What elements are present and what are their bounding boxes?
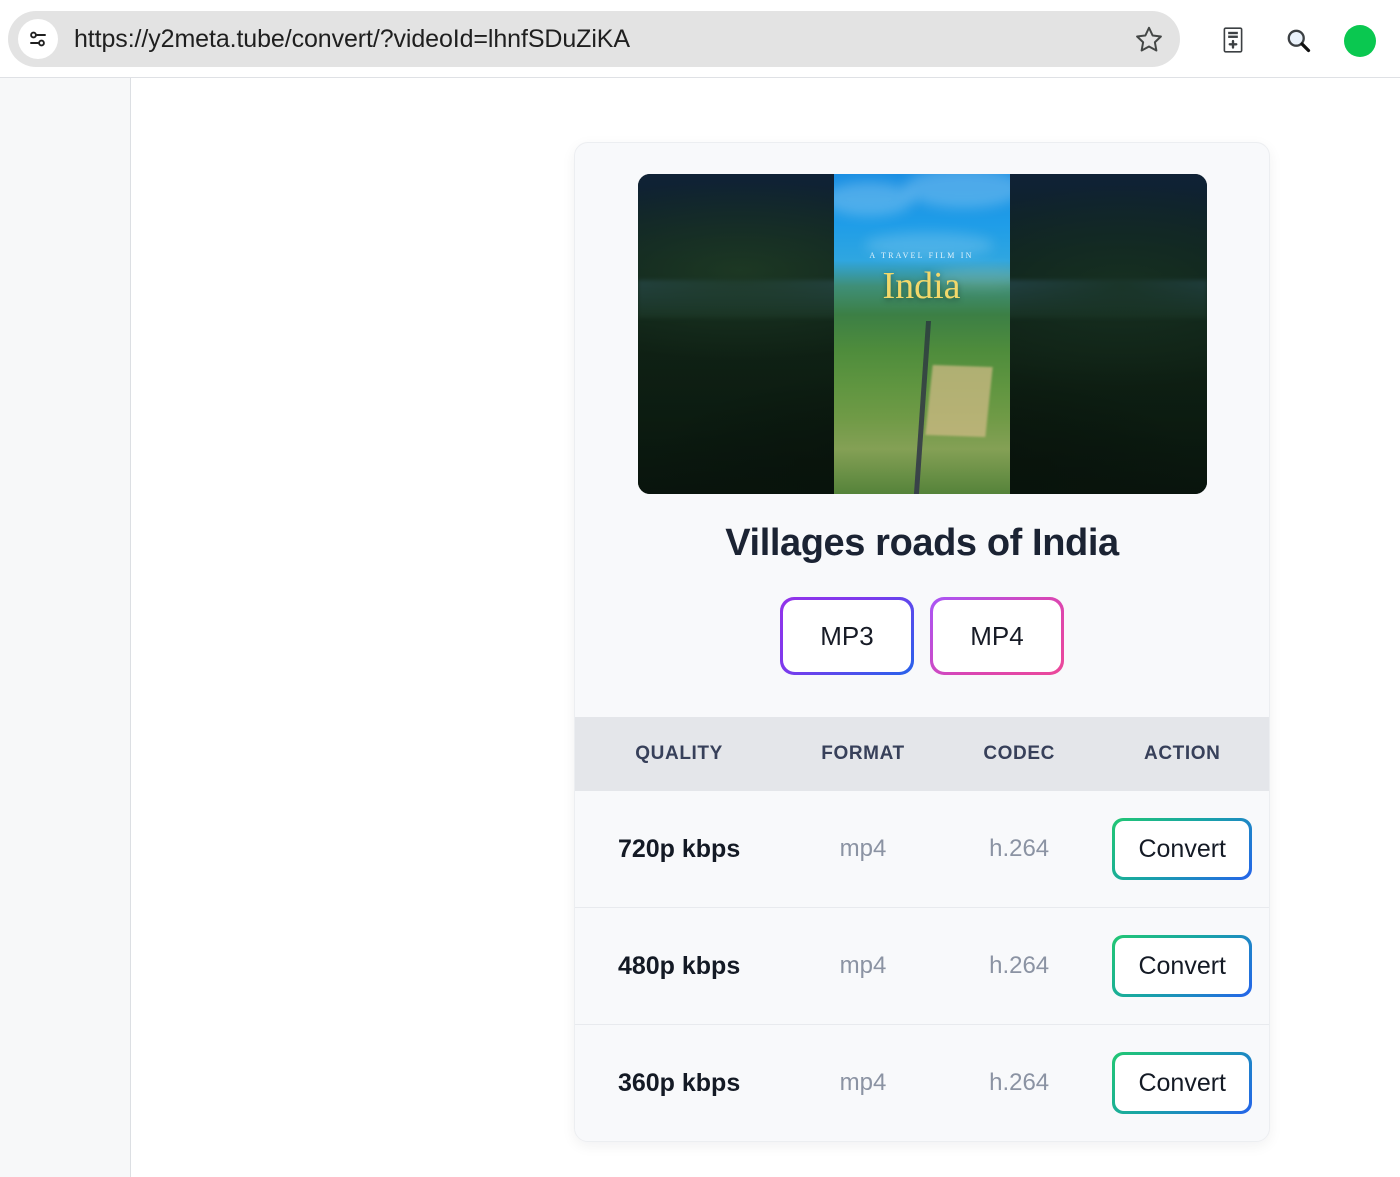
header-action: ACTION — [1144, 743, 1221, 764]
cell-quality: 720p kbps — [575, 791, 784, 908]
table-row: 480p kbps mp4 h.264 Convert — [575, 907, 1269, 1025]
cell-format: mp4 — [783, 1024, 943, 1141]
header-quality: QUALITY — [635, 743, 723, 764]
cell-codec: h.264 — [942, 791, 1096, 908]
convert-button-frame: Convert — [1112, 818, 1253, 880]
cell-action: Convert — [1095, 1024, 1269, 1141]
address-bar[interactable]: https://y2meta.tube/convert/?videoId=lhn… — [8, 11, 1180, 67]
table-row: 720p kbps mp4 h.264 Convert — [575, 791, 1269, 908]
thumbnail-center-strip: A Travel Film In India — [833, 174, 1010, 494]
header-format: FORMAT — [821, 743, 905, 764]
browser-toolbar: https://y2meta.tube/convert/?videoId=lhn… — [0, 0, 1400, 78]
cell-quality: 360p kbps — [575, 1024, 784, 1141]
mp4-button[interactable]: MP4 — [933, 600, 1061, 672]
mp3-button-frame: MP3 — [780, 597, 914, 675]
mp3-button[interactable]: MP3 — [783, 600, 911, 672]
convert-button-frame: Convert — [1112, 1052, 1253, 1114]
star-icon[interactable] — [1122, 12, 1176, 66]
thumbnail-field-patch — [924, 364, 993, 438]
left-side-rail — [0, 78, 131, 1177]
convert-button-360p[interactable]: Convert — [1115, 1055, 1250, 1111]
cell-action: Convert — [1095, 791, 1269, 908]
thumbnail-kicker-text: A Travel Film In — [869, 250, 974, 260]
table-row: 360p kbps mp4 h.264 Convert — [575, 1024, 1269, 1141]
url-text[interactable]: https://y2meta.tube/convert/?videoId=lhn… — [74, 25, 1122, 54]
save-to-list-icon[interactable] — [1212, 19, 1254, 61]
profile-status-indicator[interactable] — [1344, 25, 1376, 57]
table-header-row: QUALITY FORMAT CODEC ACTION — [575, 717, 1269, 791]
cell-codec: h.264 — [942, 1024, 1096, 1141]
thumbnail-overlay-title: India — [882, 264, 961, 307]
video-title: Villages roads of India — [725, 522, 1119, 564]
cell-quality: 480p kbps — [575, 907, 784, 1025]
download-options-table: QUALITY FORMAT CODEC ACTION 720p kbps mp… — [575, 717, 1269, 1141]
table-body: 720p kbps mp4 h.264 Convert 480p kbps mp… — [575, 791, 1269, 1141]
video-thumbnail: A Travel Film In India — [637, 174, 1207, 494]
header-codec: CODEC — [983, 743, 1055, 764]
mp4-button-frame: MP4 — [930, 597, 1064, 675]
tune-sliders-icon[interactable] — [18, 19, 58, 59]
format-selector: MP3 MP4 — [575, 597, 1269, 717]
magnifier-icon[interactable] — [1277, 19, 1319, 61]
cell-format: mp4 — [783, 907, 943, 1025]
convert-button-frame: Convert — [1112, 935, 1253, 997]
convert-button-720p[interactable]: Convert — [1115, 821, 1250, 877]
converter-card: A Travel Film In India Villages roads of… — [574, 142, 1270, 1142]
page-viewport: A Travel Film In India Villages roads of… — [0, 78, 1400, 1177]
table-header: QUALITY FORMAT CODEC ACTION — [575, 717, 1269, 791]
convert-button-480p[interactable]: Convert — [1115, 938, 1250, 994]
cell-codec: h.264 — [942, 907, 1096, 1025]
cell-action: Convert — [1095, 907, 1269, 1025]
cell-format: mp4 — [783, 791, 943, 908]
